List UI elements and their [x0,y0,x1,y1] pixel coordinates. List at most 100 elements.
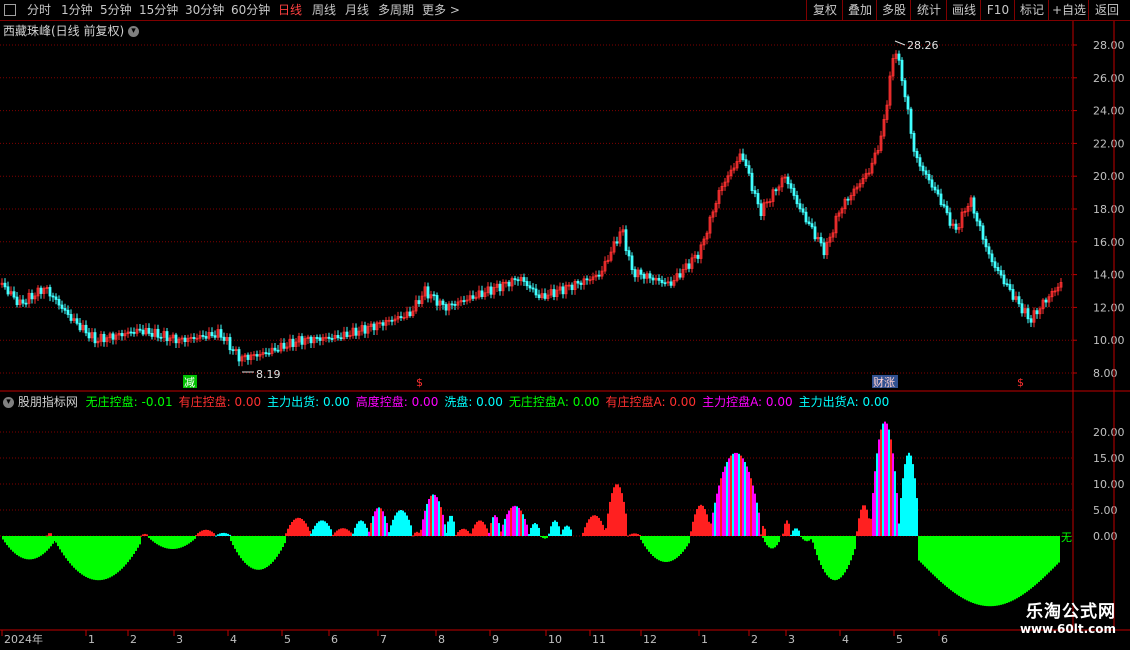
candle-body [681,268,685,278]
indicator-bar [856,531,858,536]
indicator-bar [912,464,914,536]
back-button[interactable]: 返回 [1088,0,1125,20]
chevron-down-icon[interactable]: ▾ [3,397,14,408]
period-multi[interactable]: 多周期 [378,0,414,20]
candle-body [753,190,757,194]
candle-body [609,251,613,261]
f10-button[interactable]: F10 [980,0,1015,20]
indicator-bar [615,484,617,536]
candle-body [210,332,214,337]
candle-body [702,238,706,246]
chevron-down-icon[interactable]: ▾ [128,26,140,37]
indicator-bar [1000,536,1002,605]
candle-body [51,295,55,298]
fuquan-button[interactable]: 复权 [806,0,843,20]
add-watchlist-button[interactable]: +自选 [1048,0,1089,20]
period-1min[interactable]: 1分钟 [61,0,93,20]
candle-body [183,337,187,342]
indicator-bar [148,536,150,538]
indicator-bar [706,514,708,536]
candle-body [78,322,82,331]
candle-body [474,296,478,299]
candle-body [12,291,16,298]
indicator-bar [838,536,840,579]
candle-body [111,333,115,340]
indicator-bar [453,521,455,536]
indicator-bar [156,536,158,545]
indicator-bar [670,536,672,562]
period-60min[interactable]: 60分钟 [231,0,270,20]
indicator-bar [340,528,342,536]
indicator-bar [528,534,530,536]
indicator-bar [798,530,800,536]
indicator-bar [184,536,186,546]
indicator-bar [346,529,348,536]
period-5min[interactable]: 5分钟 [100,0,132,20]
candle-body [75,318,79,324]
candle-body [267,352,271,355]
indicator-bar [536,524,538,536]
indicator-bar [720,478,722,536]
overlay-button[interactable]: 叠加 [842,0,877,20]
period-weekly[interactable]: 周线 [312,0,336,20]
period-daily[interactable]: 日线 [278,0,302,20]
x-axis-label: 1 [701,633,708,646]
candle-body [423,286,427,297]
indicator-bar [704,509,706,536]
mark-button[interactable]: 标记 [1014,0,1049,20]
indicator-bar [172,536,174,549]
indicator-bar [623,501,625,536]
candle-body [120,333,124,337]
candle-body [873,152,877,164]
candle-body [303,338,307,345]
candle-body [939,193,943,205]
indicator-bar [52,536,54,544]
candle-body [789,183,793,189]
x-axis-label: 7 [380,633,387,646]
stats-button[interactable]: 统计 [910,0,947,20]
indicator-bar [637,534,639,536]
indicator-bar [463,528,465,536]
indicator-bar [382,511,384,536]
marker-bg [1016,375,1030,388]
candle-body [717,190,721,204]
indicator-bar [1026,536,1028,592]
candle-body [1044,299,1048,303]
indicator-bar [958,536,960,596]
indicator-bar [8,536,10,548]
multi-stock-button[interactable]: 多股 [876,0,911,20]
indicator-bar [282,536,284,547]
period-15min[interactable]: 15分钟 [139,0,178,20]
candle-body [393,318,397,322]
candle-body [480,290,484,297]
indicator-bar [834,536,836,581]
indicator-bar [374,511,376,536]
indicator-bar [372,516,374,536]
candle-body [948,212,952,226]
indicator-bar [59,536,61,550]
indicator-bar [268,536,270,566]
period-monthly[interactable]: 月线 [345,0,369,20]
period-30min[interactable]: 30分钟 [185,0,224,20]
indicator-bar [95,536,97,581]
indicator-bar [22,536,24,559]
indicator-bar [123,536,125,567]
candle-body [672,279,676,286]
candle-body [735,161,739,169]
indicator-bar [176,536,178,549]
candle-body [1047,296,1051,303]
candle-body [693,254,697,259]
candle-body [801,208,805,213]
period-fenshi[interactable]: 分时 [27,0,51,20]
indicator-bar [836,536,838,580]
candle-body [135,328,139,334]
candle-body [576,281,580,284]
indicator-bar [998,536,1000,606]
menu-icon[interactable] [4,4,16,16]
x-axis-label: 3 [788,633,795,646]
indicator-bar [788,523,790,536]
indicator-bar [932,536,934,575]
period-more[interactable]: 更多 > [422,0,460,20]
draw-line-button[interactable]: 画线 [946,0,981,20]
indicator-tick-label: 15.00 [1093,452,1125,465]
